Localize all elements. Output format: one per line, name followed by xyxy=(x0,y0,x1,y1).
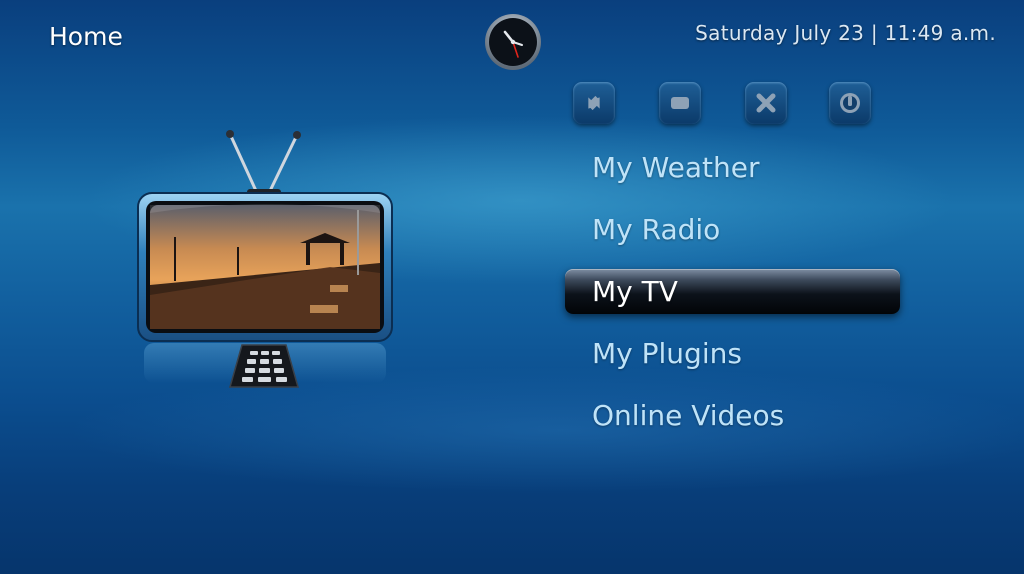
refresh-button[interactable] xyxy=(573,82,615,124)
menu-item-online-videos[interactable]: Online Videos xyxy=(565,393,905,438)
menu-item-my-plugins[interactable]: My Plugins xyxy=(565,331,905,376)
power-button[interactable] xyxy=(829,82,871,124)
screen-icon xyxy=(671,97,689,109)
clock-icon xyxy=(485,14,541,70)
fullscreen-button[interactable] xyxy=(659,82,701,124)
close-icon xyxy=(756,93,776,113)
menu-item-my-tv[interactable]: My TV xyxy=(565,269,900,314)
close-button[interactable] xyxy=(745,82,787,124)
page-title: Home xyxy=(49,22,123,51)
menu-item-my-weather[interactable]: My Weather xyxy=(565,145,905,190)
tv-icon xyxy=(137,130,393,388)
main-menu: My Weather My Radio My TV My Plugins Onl… xyxy=(565,145,905,455)
date-time: Saturday July 23 | 11:49 a.m. xyxy=(695,21,996,45)
remote-icon xyxy=(229,344,299,388)
power-icon xyxy=(840,93,860,113)
refresh-icon xyxy=(588,95,600,111)
toolbar xyxy=(573,82,873,126)
menu-item-my-radio[interactable]: My Radio xyxy=(565,207,905,252)
